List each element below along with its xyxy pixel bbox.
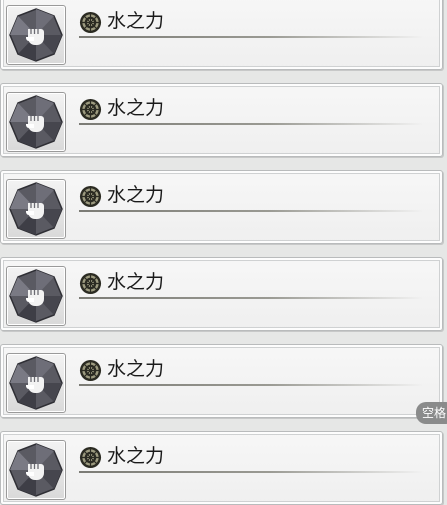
item-title: 水之力 [107, 445, 165, 467]
title-divider [79, 36, 424, 38]
rune-icon [79, 185, 102, 208]
rune-icon [79, 98, 102, 121]
fist-icon [9, 182, 63, 236]
title-divider [79, 123, 424, 125]
item-icon-frame [6, 5, 66, 65]
fist-icon [9, 269, 63, 323]
rune-icon [79, 359, 102, 382]
list-item[interactable]: 水之力 [0, 170, 443, 244]
rune-icon [79, 11, 102, 34]
fist-icon [9, 356, 63, 410]
item-title: 水之力 [107, 271, 165, 293]
title-divider [79, 471, 424, 473]
title-divider [79, 384, 424, 386]
item-title: 水之力 [107, 10, 165, 32]
item-icon-frame [6, 92, 66, 152]
list-item[interactable]: 水之力 [0, 431, 443, 505]
list-item[interactable]: 水之力 [0, 344, 443, 418]
list-item[interactable]: 水之力 [0, 257, 443, 331]
title-divider [79, 210, 424, 212]
item-title: 水之力 [107, 358, 165, 380]
list-item[interactable]: 水之力 [0, 0, 443, 70]
rune-icon [79, 272, 102, 295]
title-divider [79, 297, 424, 299]
fist-icon [9, 95, 63, 149]
item-icon-frame [6, 353, 66, 413]
item-icon-frame [6, 440, 66, 500]
rune-icon [79, 446, 102, 469]
fist-icon [9, 443, 63, 497]
item-title: 水之力 [107, 97, 165, 119]
space-key-hint[interactable]: 空格 [416, 402, 447, 424]
item-icon-frame [6, 179, 66, 239]
fist-icon [9, 8, 63, 62]
item-title: 水之力 [107, 184, 165, 206]
list-item[interactable]: 水之力 [0, 83, 443, 157]
item-icon-frame [6, 266, 66, 326]
